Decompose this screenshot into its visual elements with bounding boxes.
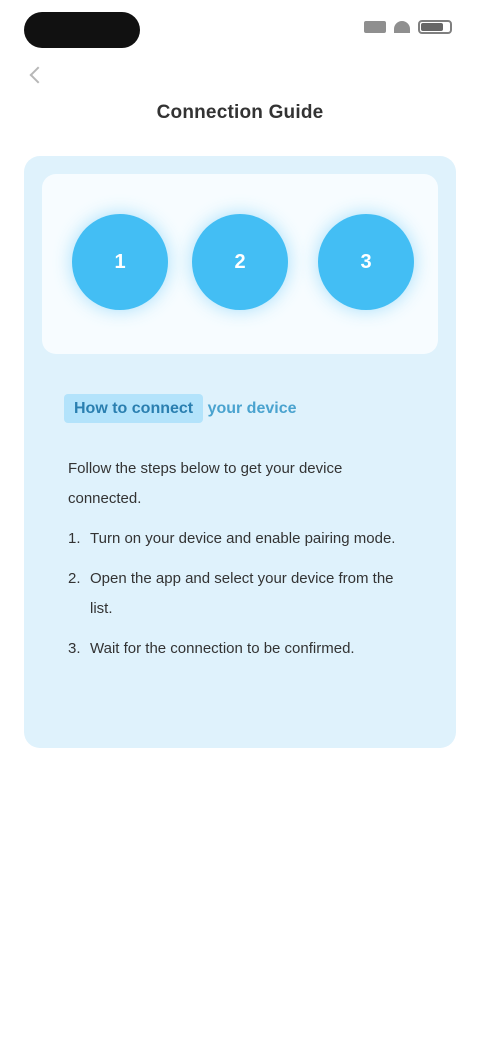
steps-list: 1. Turn on your device and enable pairin… — [68, 524, 408, 674]
heading-rest: your device — [207, 400, 297, 417]
back-button[interactable] — [26, 64, 50, 86]
dynamic-island — [24, 12, 140, 48]
status-icons — [364, 20, 452, 34]
list-item: 3. Wait for the connection to be confirm… — [68, 634, 408, 664]
step-number: 1. — [68, 530, 81, 547]
wifi-icon — [394, 21, 410, 33]
chevron-left-icon — [29, 66, 47, 84]
heading-highlight: How to connect — [64, 394, 204, 423]
battery-icon — [418, 20, 452, 34]
signal-icon — [364, 21, 386, 33]
intro-text: Follow the steps below to get your devic… — [68, 460, 343, 507]
step-number: 2. — [68, 570, 81, 587]
step-circle-2: 2 — [192, 214, 288, 310]
section-heading: How to connect your device — [64, 392, 424, 426]
step-text: Wait for the connection to be confirmed. — [90, 640, 355, 657]
status-bar — [0, 0, 480, 60]
step-circle-label: 3 — [360, 250, 372, 273]
step-circle-3: 3 — [318, 214, 414, 310]
list-item: 2. Open the app and select your device f… — [68, 564, 408, 624]
steps-indicator-panel: 1 2 3 — [42, 174, 438, 354]
step-text: Open the app and select your device from… — [90, 570, 394, 617]
step-text: Turn on your device and enable pairing m… — [90, 530, 396, 547]
list-item: 1. Turn on your device and enable pairin… — [68, 524, 408, 554]
step-number: 3. — [68, 640, 81, 657]
guide-card: 1 2 3 How to connect your device Follow … — [24, 156, 456, 748]
step-circle-label: 2 — [234, 250, 246, 273]
step-circle-label: 1 — [114, 250, 126, 273]
page-title: Connection Guide — [156, 102, 324, 123]
step-circle-1: 1 — [72, 214, 168, 310]
